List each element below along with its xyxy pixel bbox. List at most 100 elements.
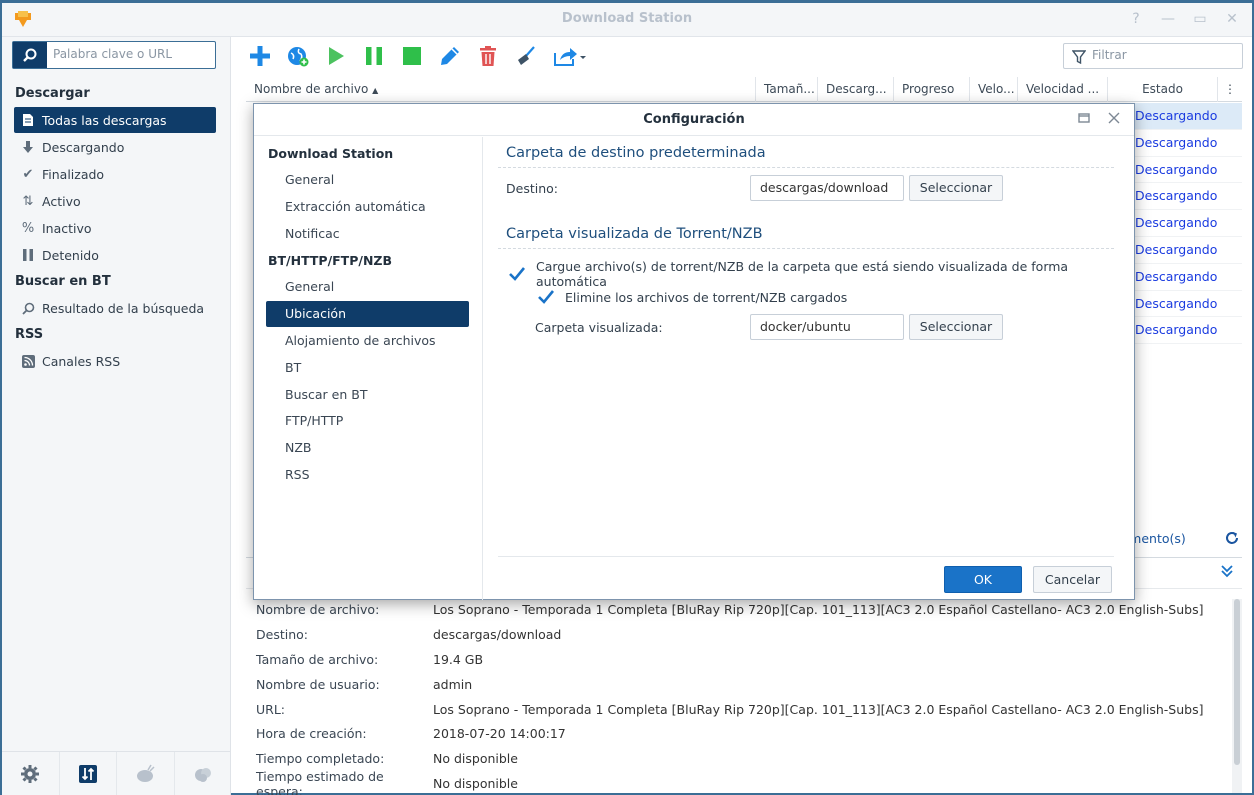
nav-item-nzb[interactable]: NZB bbox=[266, 435, 469, 461]
collapse-chevron-double-down-icon[interactable] bbox=[1220, 564, 1234, 578]
table-row-status[interactable]: Descargando bbox=[1118, 237, 1242, 264]
detail-row: Nombre de usuario: admin bbox=[256, 676, 473, 692]
column-header-speed-2[interactable]: Velocidad ... bbox=[1018, 77, 1108, 102]
table-row-status[interactable]: Descargando bbox=[1118, 183, 1242, 211]
column-header-speed[interactable]: Velo... bbox=[970, 77, 1018, 102]
refresh-icon[interactable] bbox=[1224, 530, 1240, 546]
table-row-status[interactable]: Descargando bbox=[1118, 157, 1242, 184]
maximize-icon[interactable] bbox=[1078, 112, 1090, 124]
minimize-icon[interactable]: — bbox=[1158, 9, 1178, 29]
help-icon[interactable]: ? bbox=[1126, 9, 1146, 29]
emule-snail-icon[interactable] bbox=[117, 752, 175, 795]
detail-row: Tiempo completado: No disponible bbox=[256, 751, 518, 767]
scrollbar-thumb[interactable] bbox=[1234, 599, 1240, 765]
percent-icon: % bbox=[21, 220, 35, 236]
table-row-status[interactable]: Descargando bbox=[1118, 291, 1242, 318]
sidebar-item-label: Canales RSS bbox=[42, 353, 121, 369]
watched-folder-field[interactable]: docker/ubuntu bbox=[750, 314, 904, 340]
column-header-size[interactable]: Tamañ... bbox=[756, 77, 818, 102]
sidebar-item-label: Resultado de la búsqueda bbox=[42, 300, 205, 316]
pause-icon[interactable] bbox=[360, 43, 388, 69]
filter-input[interactable] bbox=[1092, 48, 1232, 62]
sidebar-item-rss-feeds[interactable]: Canales RSS bbox=[14, 348, 216, 374]
close-icon[interactable]: ✕ bbox=[1222, 9, 1242, 29]
add-plus-icon[interactable] bbox=[246, 43, 274, 69]
ok-button[interactable]: OK bbox=[944, 566, 1022, 593]
table-row-status[interactable]: Descargando bbox=[1118, 317, 1242, 345]
nav-item-bt-search[interactable]: Buscar en BT bbox=[266, 382, 469, 408]
status-column: Descargando Descargando Descargando Desc… bbox=[1118, 103, 1242, 345]
sidebar-item-all-downloads[interactable]: Todas las descargas bbox=[14, 107, 216, 133]
search-icon[interactable] bbox=[13, 42, 47, 68]
dialog-title: Configuración bbox=[254, 104, 1134, 136]
auto-load-torrent-checkbox-row[interactable]: Cargue archivo(s) de torrent/NZB de la c… bbox=[508, 259, 1114, 289]
nav-item-location[interactable]: Ubicación bbox=[266, 301, 469, 327]
nav-item-bt-general[interactable]: General bbox=[266, 274, 469, 300]
nav-item-notifications[interactable]: Notificac bbox=[266, 221, 469, 247]
nav-item-bt[interactable]: BT bbox=[266, 355, 469, 381]
nav-item-rss[interactable]: RSS bbox=[266, 462, 469, 488]
nav-item-auto-extract[interactable]: Extracción automática bbox=[266, 194, 469, 220]
destination-field[interactable]: descargas/download bbox=[750, 175, 904, 201]
sidebar-item-inactive[interactable]: % Inactivo bbox=[14, 215, 216, 241]
delete-loaded-torrent-checkbox-row[interactable]: Elimine los archivos de torrent/NZB carg… bbox=[537, 288, 847, 306]
close-icon[interactable] bbox=[1108, 112, 1120, 124]
column-menu-icon[interactable]: ⋮ bbox=[1218, 77, 1242, 102]
sidebar-bottom-bar bbox=[2, 751, 231, 795]
select-destination-button[interactable]: Seleccionar bbox=[909, 175, 1003, 201]
search-input[interactable] bbox=[53, 47, 213, 61]
table-row-status[interactable]: Descargando bbox=[1118, 130, 1242, 157]
sidebar-item-label: Descargando bbox=[42, 139, 125, 155]
download-arrow-icon bbox=[20, 139, 36, 155]
table-row-status[interactable]: Descargando bbox=[1118, 210, 1242, 237]
sidebar-item-active[interactable]: ⇅ Activo bbox=[14, 188, 216, 214]
table-row-status[interactable]: Descargando bbox=[1118, 264, 1242, 291]
nav-item-ftp-http[interactable]: FTP/HTTP bbox=[266, 408, 469, 434]
column-header-downloaded[interactable]: Descarg... bbox=[818, 77, 894, 102]
section-descargar: Descargar bbox=[15, 86, 90, 101]
settings-gear-icon[interactable] bbox=[2, 752, 60, 795]
cloud-icon[interactable] bbox=[175, 752, 232, 795]
add-url-globe-icon[interactable] bbox=[284, 43, 312, 69]
resume-play-icon[interactable] bbox=[322, 43, 350, 69]
select-watched-folder-button[interactable]: Seleccionar bbox=[909, 314, 1003, 340]
column-header-progress[interactable]: Progreso bbox=[894, 77, 970, 102]
section-title-watched-folder: Carpeta visualizada de Torrent/NZB bbox=[506, 226, 763, 242]
sidebar-item-search-results[interactable]: Resultado de la búsqueda bbox=[14, 295, 216, 321]
section-buscar-en-bt: Buscar en BT bbox=[15, 274, 111, 289]
cancel-button[interactable]: Cancelar bbox=[1033, 566, 1112, 593]
delete-trash-icon[interactable] bbox=[474, 43, 502, 69]
section-title-default-destination: Carpeta de destino predeterminada bbox=[506, 145, 766, 161]
search-box[interactable] bbox=[12, 41, 216, 69]
sidebar-item-label: Activo bbox=[42, 193, 81, 209]
edit-pencil-icon[interactable] bbox=[436, 43, 464, 69]
sidebar-item-finished[interactable]: ✔ Finalizado bbox=[14, 161, 216, 187]
column-header-filename[interactable]: Nombre de archivo ▲ bbox=[246, 77, 756, 102]
table-row-status[interactable]: Descargando bbox=[1118, 103, 1242, 130]
detail-row: Destino: descargas/download bbox=[256, 626, 562, 642]
window-title: Download Station bbox=[561, 11, 693, 26]
magnifier-icon bbox=[20, 300, 36, 316]
clear-broom-icon[interactable] bbox=[512, 43, 540, 69]
detail-scrollbar[interactable] bbox=[1232, 599, 1242, 793]
checkmark-icon: ✔ bbox=[22, 166, 34, 182]
checkbox-checked-icon[interactable] bbox=[508, 265, 526, 283]
column-header-status[interactable]: Estado bbox=[1108, 77, 1218, 102]
maximize-icon[interactable]: ▭ bbox=[1190, 9, 1210, 29]
checkbox-checked-icon[interactable] bbox=[537, 288, 555, 306]
nav-item-file-hosting[interactable]: Alojamiento de archivos bbox=[266, 328, 469, 354]
stop-icon[interactable] bbox=[398, 43, 426, 69]
dialog-nav: Download Station General Extracción auto… bbox=[254, 137, 483, 600]
transfer-icon[interactable] bbox=[60, 752, 117, 795]
delete-loaded-torrent-label: Elimine los archivos de torrent/NZB carg… bbox=[565, 289, 848, 305]
table-header: Nombre de archivo ▲ Tamañ... Descarg... … bbox=[246, 77, 1242, 102]
sidebar-item-stopped[interactable]: Detenido bbox=[14, 242, 216, 268]
filter-box[interactable] bbox=[1063, 43, 1243, 69]
sidebar-item-downloading[interactable]: Descargando bbox=[14, 134, 216, 160]
nav-section-download-station: Download Station bbox=[268, 146, 394, 161]
up-down-arrows-icon: ⇅ bbox=[22, 193, 34, 209]
pause-icon bbox=[20, 247, 36, 263]
nav-item-general[interactable]: General bbox=[266, 167, 469, 193]
item-count-row: lemento(s) bbox=[1118, 527, 1242, 549]
share-export-icon[interactable] bbox=[550, 43, 590, 69]
